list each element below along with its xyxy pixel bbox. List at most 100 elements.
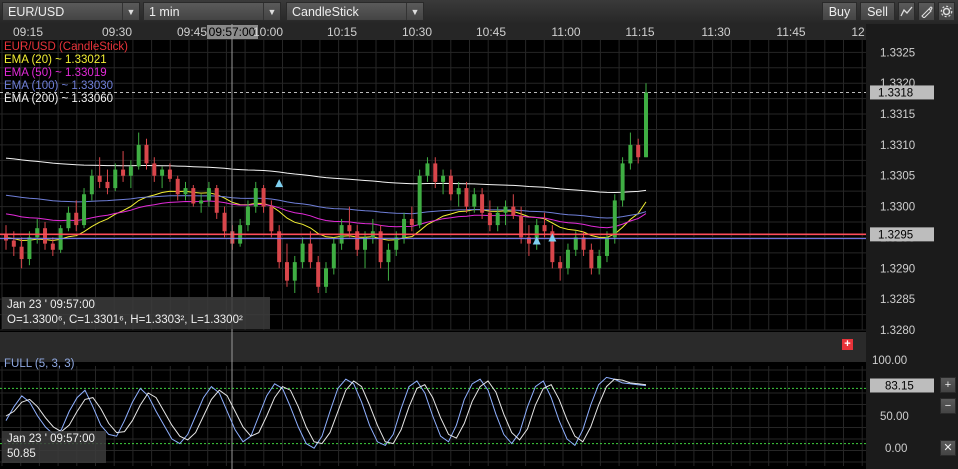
candle-body <box>105 181 110 189</box>
candle-body <box>121 169 126 176</box>
time-axis: 09:15 09:30 09:45 09:57:0010:00 10:15 10:30 10… <box>0 24 958 40</box>
stoch-tick-label: 50.00 <box>880 411 909 423</box>
candle-body <box>331 243 336 269</box>
candle-body <box>160 169 165 176</box>
ohlc-info-box: Jan 23 ' 09:57:00 O=1.3300⁶, C=1.3301⁶, … <box>2 297 270 329</box>
chart-type-label: CandleStick <box>292 5 359 19</box>
candle-body <box>113 169 118 189</box>
time-tick-label: 09:30 <box>102 25 132 39</box>
sell-button[interactable]: Sell <box>860 2 895 21</box>
close-panel-icon[interactable]: ✕ <box>940 440 956 456</box>
price-tick-label: 1.3285 <box>880 294 915 306</box>
candle-body <box>363 237 368 250</box>
time-tick-label: 10:30 <box>402 25 432 39</box>
settings-icon[interactable] <box>938 2 955 21</box>
current-price-tag: 1.3318 <box>878 87 913 99</box>
candle-body <box>245 206 250 226</box>
zoom-in-icon[interactable]: + <box>940 377 956 393</box>
time-tick-label: 09:45 <box>177 25 207 39</box>
candle-body <box>261 188 266 207</box>
price-tick-label: 1.3300 <box>880 202 915 214</box>
candle-body <box>35 228 40 238</box>
grid <box>0 24 958 469</box>
legend-main: EUR/USD (CandleStick) <box>4 41 128 53</box>
stoch-value-tag: 83.15 <box>885 381 914 393</box>
candle-body <box>269 206 274 232</box>
candle-body <box>573 237 578 250</box>
candle-body <box>300 243 305 263</box>
candle-body <box>644 92 648 158</box>
candle-body <box>495 212 500 226</box>
candle-body <box>183 188 188 195</box>
chevron-down-icon[interactable]: ▼ <box>263 3 280 20</box>
candle-body <box>441 175 446 182</box>
time-tick-label: 10:45 <box>476 25 506 39</box>
indicators-icon[interactable] <box>898 2 915 21</box>
candle-body <box>128 166 133 176</box>
candle-body <box>597 255 602 269</box>
toolbar: EUR/USD ▼ 1 min ▼ CandleStick ▼ Buy Sell <box>0 0 958 25</box>
candle-body <box>136 144 141 167</box>
stochastic-info-box: Jan 23 ' 09:57:00 50.85 <box>2 431 106 463</box>
chevron-down-icon[interactable]: ▼ <box>122 3 139 20</box>
candle-body <box>511 206 516 216</box>
candle-body <box>97 175 102 182</box>
add-panel-icon[interactable]: + <box>842 339 853 350</box>
candle-body <box>253 188 258 207</box>
candle-body <box>222 212 227 232</box>
legend-ema20: EMA (20) ~ 1.33021 <box>4 54 107 66</box>
candle-body <box>417 175 422 226</box>
candle-body <box>4 234 8 241</box>
candle-body <box>433 163 438 182</box>
time-tick-label: 11:00 <box>551 25 580 39</box>
candle-body <box>628 144 633 164</box>
candle-body <box>199 200 204 204</box>
legend-ema100: EMA (100) ~ 1.33030 <box>4 80 114 92</box>
candle-body <box>308 243 313 263</box>
buy-button[interactable]: Buy <box>822 2 857 21</box>
candle-body <box>636 144 641 158</box>
symbol-select[interactable]: EUR/USD ▼ <box>2 2 140 21</box>
time-tick-label: 10:15 <box>327 25 357 39</box>
candle-body <box>11 240 16 247</box>
candle-body <box>191 188 196 204</box>
candle-body <box>542 225 547 232</box>
candle-body <box>214 188 219 213</box>
candle-body <box>464 188 469 207</box>
candle-body <box>144 144 149 164</box>
candle-body <box>50 243 55 250</box>
candle-body <box>27 237 32 260</box>
chart-type-select[interactable]: CandleStick ▼ <box>286 2 424 21</box>
candle-body <box>409 218 414 226</box>
candle-body <box>74 212 79 226</box>
candle-body <box>66 212 71 229</box>
candle-body <box>89 175 94 195</box>
candle-body <box>292 262 297 281</box>
stoch-tick-label: 0.00 <box>885 443 907 455</box>
interval-select[interactable]: 1 min ▼ <box>143 2 281 21</box>
candle-body <box>175 178 180 195</box>
time-tick-label: 11:15 <box>625 25 654 39</box>
candle-body <box>324 268 328 287</box>
candle-body <box>472 194 477 207</box>
candle-body <box>43 228 48 244</box>
hline-price-tag: 1.3295 <box>878 229 913 241</box>
zoom-out-icon[interactable]: − <box>940 398 956 414</box>
candle-body <box>456 188 461 195</box>
stochastic-title: FULL (5, 3, 3) <box>4 358 75 370</box>
time-tick-label: 11:30 <box>701 25 730 39</box>
info-ohlc: O=1.3300⁶, C=1.3301⁶, H=1.3303², L=1.330… <box>7 314 243 326</box>
interval-label: 1 min <box>149 5 180 19</box>
candle-body <box>487 212 492 226</box>
draw-tool-icon[interactable] <box>918 2 935 21</box>
stoch-tick-label: 100.00 <box>872 355 907 367</box>
chevron-down-icon[interactable]: ▼ <box>406 3 423 20</box>
candle-body <box>284 262 289 281</box>
candle-body <box>565 249 570 269</box>
candle-body <box>277 231 282 263</box>
chart-canvas[interactable]: 09:15 09:30 09:45 09:57:0010:00 10:15 10:30 10… <box>0 24 958 469</box>
price-tick-label: 1.3310 <box>880 140 915 152</box>
candle-body <box>167 169 172 179</box>
candle-body <box>152 163 157 176</box>
candle-body <box>503 206 508 213</box>
